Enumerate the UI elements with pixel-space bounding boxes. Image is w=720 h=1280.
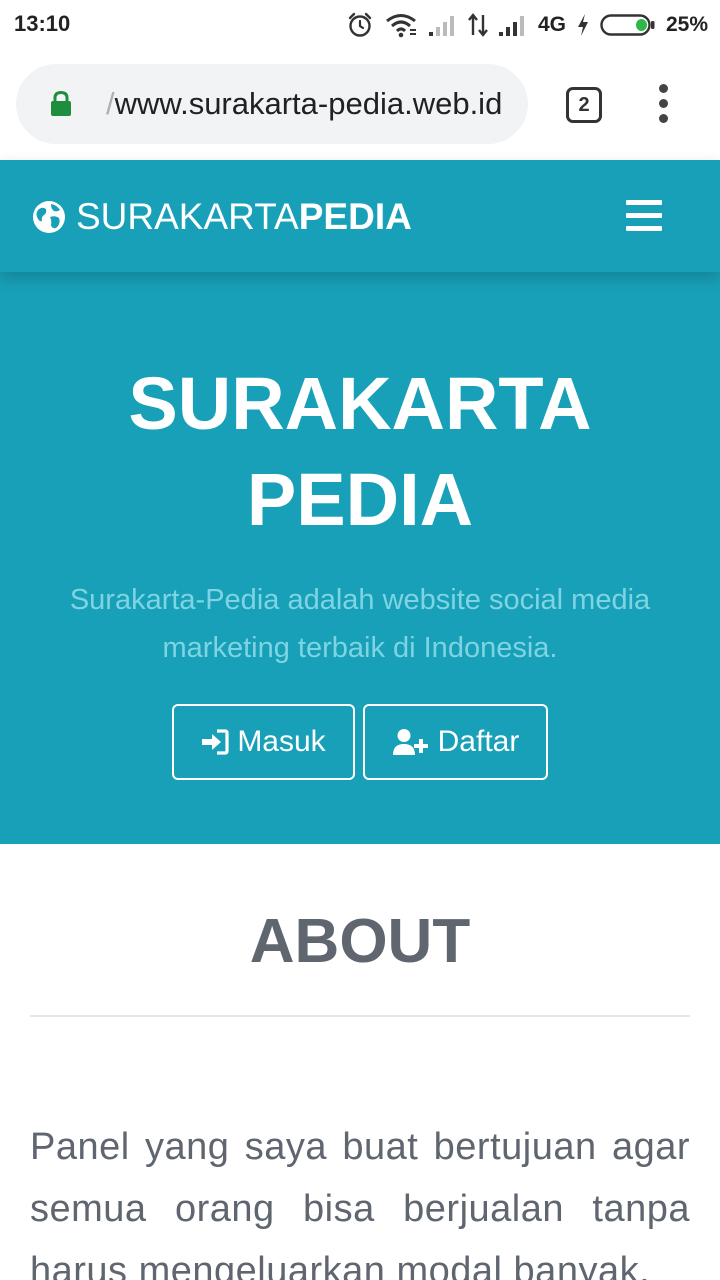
site-navbar: SURAKARTAPEDIA [0, 160, 720, 272]
brand-logo[interactable]: SURAKARTAPEDIA [32, 196, 412, 238]
lock-icon[interactable] [50, 90, 72, 122]
globe-icon [33, 201, 65, 233]
url-prefix: / [106, 86, 115, 121]
wifi-icon [384, 12, 418, 38]
browser-toolbar: /www.surakarta-pedia.web.id 2 [0, 50, 720, 160]
hero-title-line2: PEDIA [246, 458, 474, 541]
signal-icon [498, 13, 528, 37]
register-button[interactable]: Daftar [363, 704, 548, 780]
hero-title-line1: SURAKARTA [128, 362, 592, 445]
about-divider [30, 1015, 690, 1017]
hamburger-menu-icon[interactable] [626, 200, 662, 232]
battery-icon [600, 12, 656, 38]
login-button[interactable]: Masuk [172, 704, 355, 780]
hero-section: SURAKARTA PEDIA Surakarta-Pedia adalah w… [0, 272, 720, 844]
charging-icon [576, 13, 590, 37]
status-bar: 13:10 4G 25% [0, 0, 720, 50]
battery-level: 25% [665, 13, 708, 36]
user-plus-icon [392, 729, 428, 755]
brand-name-light: SURAKARTA [76, 196, 299, 237]
alarm-icon [346, 11, 374, 39]
url-domain: www.surakarta-pedia.web.id [114, 86, 503, 121]
url-text[interactable]: /www.surakarta-pedia.web.id [106, 86, 502, 122]
data-transfer-icon [468, 13, 488, 37]
about-text: Panel yang saya buat bertujuan agar semu… [30, 1126, 690, 1280]
tabs-icon[interactable]: 2 [566, 87, 602, 123]
address-bar[interactable]: /www.surakarta-pedia.web.id [16, 64, 528, 144]
signal-icon [428, 13, 458, 37]
login-label: Masuk [237, 725, 326, 758]
status-time: 13:10 [14, 11, 71, 36]
hero-description: Surakarta-Pedia adalah website social me… [69, 584, 651, 664]
brand-name-bold: PEDIA [298, 196, 412, 237]
tab-count: 2 [578, 93, 590, 116]
network-type: 4G [537, 13, 566, 36]
more-vert-icon[interactable] [650, 84, 678, 124]
hero-title: SURAKARTA PEDIA [0, 356, 720, 548]
status-icons: 4G 25% [346, 10, 708, 40]
about-title: ABOUT [249, 907, 471, 976]
brand-name: SURAKARTAPEDIA [76, 196, 412, 238]
sign-in-icon [202, 729, 229, 755]
register-label: Daftar [437, 725, 520, 758]
